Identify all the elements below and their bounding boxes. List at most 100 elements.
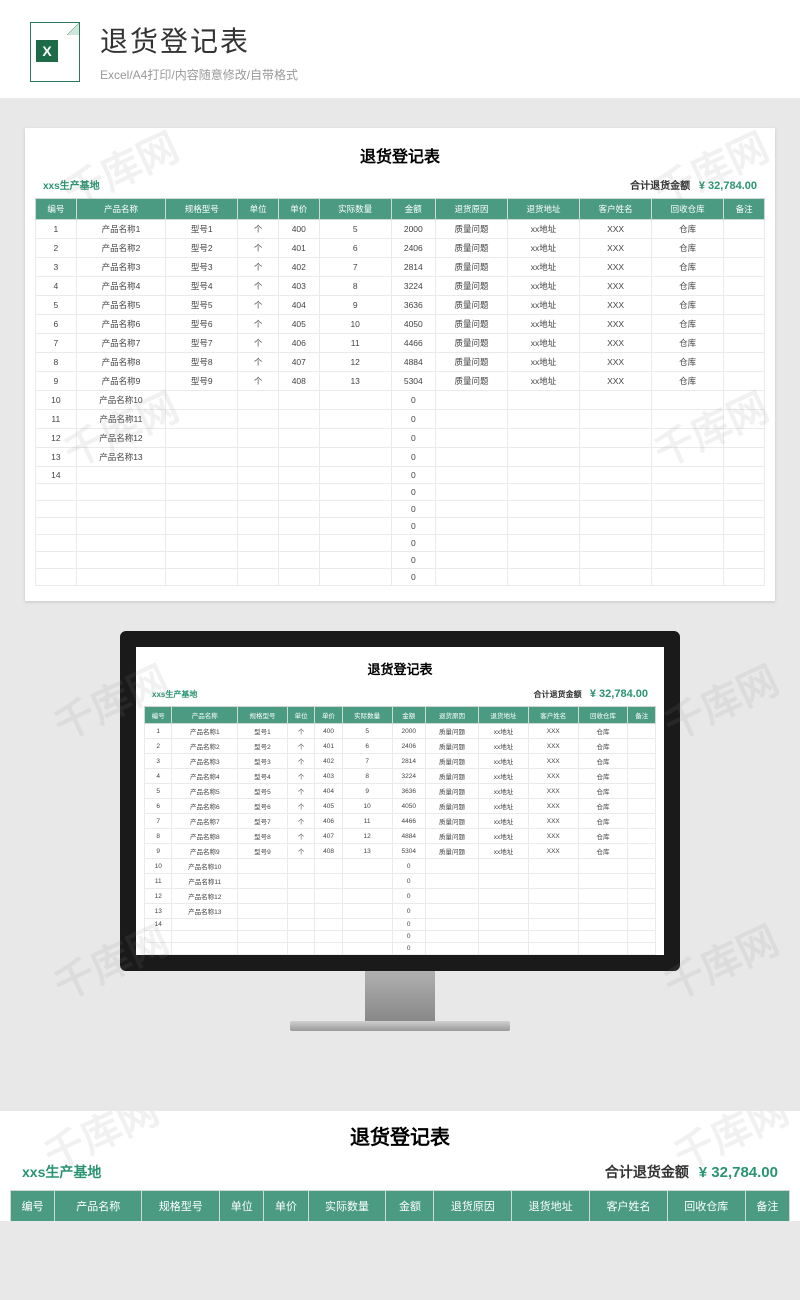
cell-cust: [580, 391, 652, 410]
cell-price: [278, 484, 319, 501]
cell-price: [278, 448, 319, 467]
cell-no: 6: [145, 799, 172, 814]
cell-reason: 质量问题: [435, 220, 507, 239]
cell-reason: [435, 467, 507, 484]
cell-wh: [578, 859, 628, 874]
table-row: 3产品名称3型号3个40272814质量问题xx地址XXX仓库: [145, 754, 656, 769]
cell-name: 产品名称2: [172, 739, 238, 754]
column-header: 金额: [391, 199, 435, 220]
table-row: 0: [36, 484, 765, 501]
cell-spec: [166, 552, 238, 569]
cell-cust: [580, 448, 652, 467]
cell-no: 3: [36, 258, 77, 277]
cell-no: 7: [145, 814, 172, 829]
cell-no: 4: [145, 769, 172, 784]
cell-spec: 型号9: [238, 844, 288, 859]
cell-qty: [319, 410, 391, 429]
cell-no: [36, 501, 77, 518]
cell-addr: [479, 931, 529, 943]
returns-table: 编号产品名称规格型号单位单价实际数量金额退货原因退货地址客户姓名回收仓库备注 1…: [10, 1190, 790, 1221]
cell-wh: [652, 552, 724, 569]
cell-wh: [652, 535, 724, 552]
cell-remark: [628, 919, 656, 931]
cell-wh: [652, 518, 724, 535]
cell-name: 产品名称2: [76, 239, 166, 258]
returns-table: 编号产品名称规格型号单位单价实际数量金额退货原因退货地址客户姓名回收仓库备注 1…: [35, 198, 765, 586]
cell-remark: [724, 484, 765, 501]
cell-cust: [528, 955, 578, 956]
cell-cust: [580, 484, 652, 501]
cell-name: 产品名称11: [76, 410, 166, 429]
cell-addr: xx地址: [479, 769, 529, 784]
sheet-title: 退货登记表: [35, 143, 765, 167]
cell-qty: [342, 943, 392, 955]
total-amount: ¥ 32,784.00: [590, 688, 648, 700]
cell-wh: 仓库: [652, 353, 724, 372]
table-row: 12产品名称120: [145, 889, 656, 904]
cell-qty: 10: [342, 799, 392, 814]
cell-name: [172, 955, 238, 956]
table-row: 140: [36, 467, 765, 484]
cell-amount: 2406: [391, 239, 435, 258]
cell-amount: 0: [392, 943, 425, 955]
cell-unit: 个: [238, 334, 279, 353]
cell-no: 5: [36, 296, 77, 315]
cell-cust: [528, 889, 578, 904]
cell-qty: 6: [319, 239, 391, 258]
cell-cust: XXX: [528, 814, 578, 829]
cell-remark: [628, 889, 656, 904]
cell-qty: 6: [342, 739, 392, 754]
cell-amount: 0: [392, 859, 425, 874]
cell-wh: [652, 391, 724, 410]
cell-price: [315, 943, 342, 955]
cell-remark: [628, 874, 656, 889]
cell-addr: xx地址: [479, 754, 529, 769]
cell-amount: 4884: [391, 353, 435, 372]
cell-remark: [628, 931, 656, 943]
cell-wh: [652, 467, 724, 484]
cell-addr: [479, 889, 529, 904]
cell-remark: [724, 552, 765, 569]
cell-no: 10: [36, 391, 77, 410]
excel-x-icon: X: [36, 40, 58, 62]
table-row: 7产品名称7型号7个406114466质量问题xx地址XXX仓库: [145, 814, 656, 829]
cell-name: 产品名称8: [76, 353, 166, 372]
column-header: 规格型号: [238, 707, 288, 724]
cell-unit: 个: [238, 296, 279, 315]
column-header: 实际数量: [319, 199, 391, 220]
cell-amount: 0: [391, 410, 435, 429]
cell-amount: 4466: [391, 334, 435, 353]
column-header: 产品名称: [172, 707, 238, 724]
cell-remark: [724, 410, 765, 429]
cell-price: 408: [315, 844, 342, 859]
cell-price: [278, 552, 319, 569]
column-header: 备注: [745, 1191, 789, 1222]
cell-spec: 型号4: [238, 769, 288, 784]
cell-amount: 0: [392, 919, 425, 931]
cell-spec: 型号5: [166, 296, 238, 315]
cell-wh: 仓库: [652, 296, 724, 315]
cell-wh: 仓库: [578, 844, 628, 859]
cell-qty: 7: [342, 754, 392, 769]
cell-wh: [578, 943, 628, 955]
cell-remark: [628, 799, 656, 814]
cell-price: 400: [278, 220, 319, 239]
cell-cust: XXX: [528, 799, 578, 814]
cell-qty: 12: [319, 353, 391, 372]
monitor-stand-base: [290, 1021, 510, 1031]
cell-qty: [319, 518, 391, 535]
cell-no: 13: [145, 904, 172, 919]
cell-price: [278, 410, 319, 429]
cell-addr: xx地址: [507, 353, 579, 372]
cell-wh: [652, 448, 724, 467]
table-row: 5产品名称5型号5个40493636质量问题xx地址XXX仓库: [145, 784, 656, 799]
cell-amount: 0: [391, 448, 435, 467]
cell-cust: XXX: [580, 220, 652, 239]
table-row: 7产品名称7型号7个406114466质量问题xx地址XXX仓库: [36, 334, 765, 353]
cell-cust: XXX: [528, 844, 578, 859]
spreadsheet-preview: 退货登记表 xxs生产基地 合计退货金额 ¥ 32,784.00 编号产品名称规…: [25, 128, 775, 601]
cell-no: 2: [36, 239, 77, 258]
cell-amount: 3636: [391, 296, 435, 315]
cell-no: [36, 535, 77, 552]
cell-addr: xx地址: [507, 220, 579, 239]
